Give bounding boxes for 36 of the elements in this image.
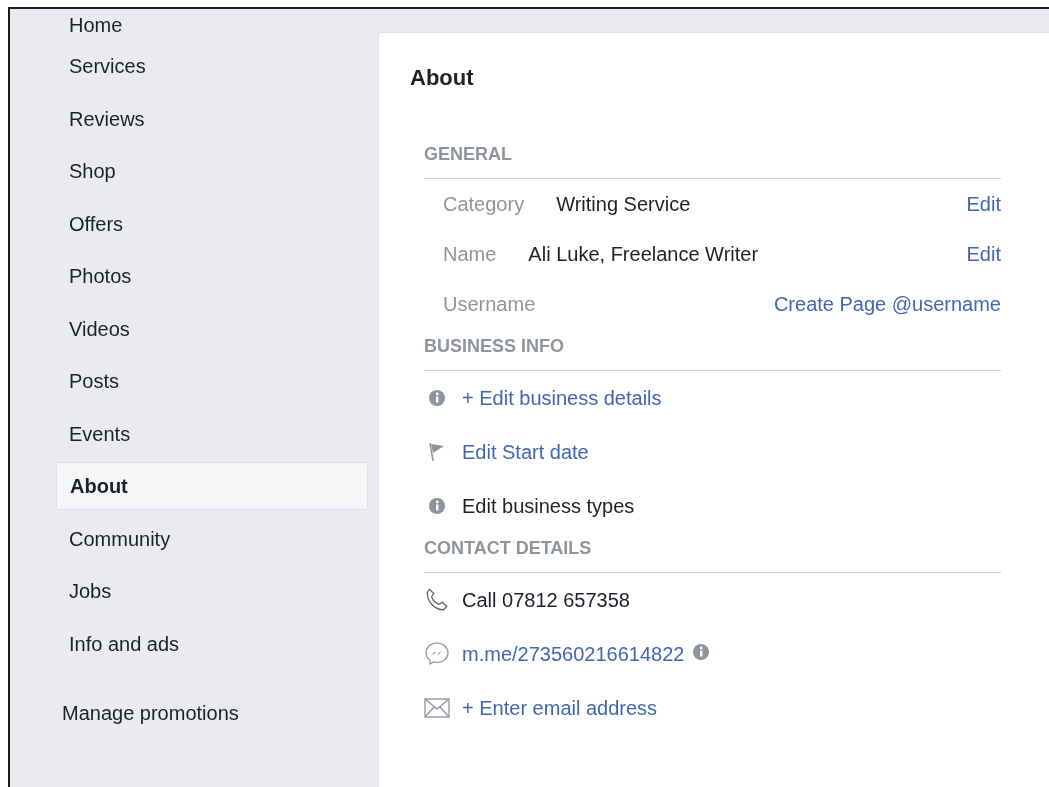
detail-link[interactable]: Edit Start date (462, 437, 589, 467)
manage-promotions-link[interactable]: Manage promotions (62, 702, 239, 724)
edit-link[interactable]: Edit (966, 239, 1001, 269)
sidebar-item[interactable]: Events (56, 409, 368, 458)
sidebar-item[interactable]: About (56, 462, 368, 511)
sidebar-item[interactable]: Photos (56, 252, 368, 301)
detail-link[interactable]: m.me/273560216614822 (462, 639, 685, 669)
sidebar-item[interactable]: Jobs (56, 567, 368, 616)
sidebar-item[interactable]: Reviews (56, 94, 368, 143)
field-value: Writing Service (556, 192, 691, 217)
info-icon (428, 497, 446, 515)
detail-text: Edit business types (462, 494, 635, 519)
envelope-icon (424, 698, 450, 718)
sidebar-item[interactable]: Shop (56, 147, 368, 196)
field-label: Category (443, 192, 525, 217)
flag-icon (428, 441, 446, 463)
sidebar-item[interactable]: Posts (56, 357, 368, 406)
detail-link[interactable]: + Edit business details (462, 383, 662, 413)
section-heading: CONTACT DETAILS (424, 538, 592, 558)
sidebar-item[interactable]: Community (56, 514, 368, 563)
sidebar-item[interactable]: Info and ads (56, 619, 368, 668)
field-label: Name (443, 242, 497, 267)
phone-icon (424, 587, 450, 613)
info-icon (428, 389, 446, 407)
sidebar-item[interactable]: Offers (56, 199, 368, 248)
detail-link[interactable]: + Enter email address (462, 693, 658, 723)
detail-text: Call 07812 657358 (462, 588, 630, 613)
field-value: Ali Luke, Freelance Writer (528, 242, 759, 267)
chat-bubble-icon (424, 641, 450, 667)
edit-link[interactable]: Create Page @username (773, 289, 1001, 319)
section-heading: GENERAL (424, 144, 512, 164)
edit-link[interactable]: Edit (966, 189, 1001, 219)
sidebar-item[interactable]: Videos (56, 304, 368, 353)
card-title: About (410, 64, 475, 92)
field-label: Username (443, 292, 536, 317)
section-heading: BUSINESS INFO (424, 336, 565, 356)
